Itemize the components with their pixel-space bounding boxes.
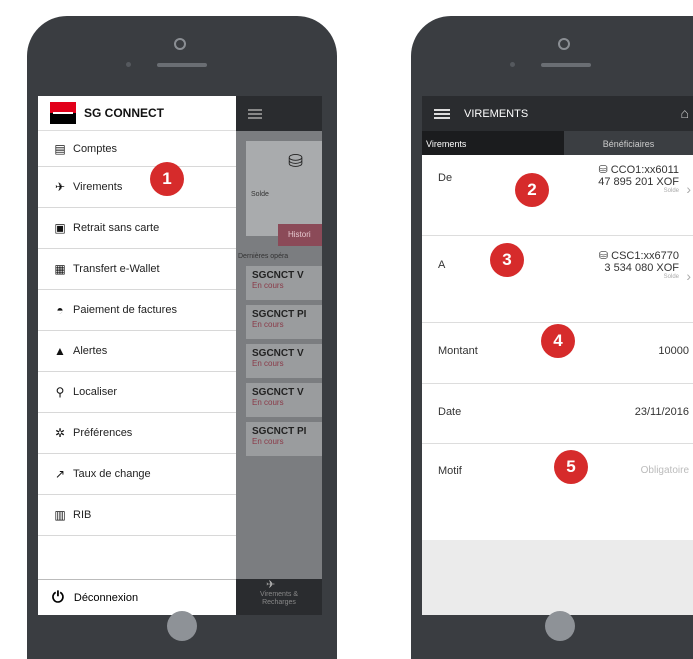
- sg-logo: [50, 102, 76, 124]
- account-card: [246, 141, 322, 236]
- motif-label: Motif: [438, 465, 462, 477]
- menu-item-virements[interactable]: ✈ Virements: [38, 167, 236, 208]
- to-account-value: ⛁ CSC1:xx6770 3 534 080 XOF Solde: [598, 250, 679, 280]
- bell-icon: ▲: [54, 344, 66, 358]
- motif-row[interactable]: Motif Obligatoire 5: [422, 444, 693, 501]
- home-button[interactable]: [545, 611, 575, 641]
- menu-item-preferences[interactable]: ✲ Préférences: [38, 413, 236, 454]
- operation-item: SGCNCT PI En cours: [246, 422, 322, 456]
- step-badge-4: 4: [541, 324, 575, 358]
- operation-item: SGCNCT PI En cours: [246, 305, 322, 339]
- location-icon: ⚲: [55, 385, 65, 399]
- amount-label: Montant: [438, 345, 478, 357]
- amount-row[interactable]: Montant 10000 4: [422, 323, 693, 384]
- tab-bar: Virements Bénéficiaires: [422, 131, 693, 155]
- virements-topbar: VIREMENTS ⌂: [422, 96, 693, 131]
- bottom-tab-virements: ✈ Virements & Recharges: [236, 579, 322, 615]
- coins-icon: ⛁: [598, 250, 612, 262]
- exchange-rate-icon: ↗: [54, 467, 66, 481]
- to-account-row[interactable]: A ⛁ CSC1:xx6770 3 534 080 XOF Solde › 3: [422, 236, 693, 323]
- date-field[interactable]: 23/11/2016: [635, 406, 689, 418]
- menu-item-localiser[interactable]: ⚲ Localiser: [38, 372, 236, 413]
- hamburger-icon: [248, 109, 262, 119]
- rib-icon: ▥: [54, 508, 66, 522]
- bill-payment-icon: ◓: [56, 303, 64, 317]
- motif-field[interactable]: Obligatoire: [641, 465, 689, 476]
- historique-button: Histori: [278, 224, 322, 246]
- coins-icon: ⛁: [288, 151, 304, 171]
- menu-item-factures[interactable]: ◓ Paiement de factures: [38, 290, 236, 331]
- left-screen: ⛁ Solde Histori Dernières opéra SGCNCT V…: [38, 96, 322, 615]
- cash-withdrawal-icon: ▣: [54, 221, 66, 235]
- accounts-icon: ▤: [54, 141, 66, 156]
- operation-item: SGCNCT V En cours: [246, 266, 322, 300]
- from-account-row[interactable]: De ⛁ CCO1:xx6011 47 895 201 XOF Solde › …: [422, 155, 693, 236]
- right-screen: VIREMENTS ⌂ Virements Bénéficiaires De ⛁…: [422, 96, 693, 615]
- menu-item-alertes[interactable]: ▲ Alertes: [38, 331, 236, 372]
- sensor-dot: [126, 62, 131, 67]
- step-badge-1: 1: [150, 162, 184, 196]
- wallet-icon: ▦: [54, 262, 66, 276]
- hamburger-icon[interactable]: [434, 108, 450, 119]
- logout-button[interactable]: ⏻ Déconnexion: [38, 579, 236, 615]
- home-icon[interactable]: ⌂: [681, 105, 689, 121]
- menu-item-rib[interactable]: ▥ RIB: [38, 495, 236, 536]
- right-phone: VIREMENTS ⌂ Virements Bénéficiaires De ⛁…: [411, 16, 693, 659]
- camera-icon: [558, 38, 570, 50]
- date-label: Date: [438, 406, 462, 418]
- to-label: A: [438, 259, 446, 271]
- amount-field[interactable]: 10000: [658, 345, 689, 357]
- dernieres-operations-label: Dernières opéra: [238, 253, 289, 260]
- menu-item-retrait[interactable]: ▣ Retrait sans carte: [38, 208, 236, 249]
- home-button[interactable]: [167, 611, 197, 641]
- settings-icon: ✲: [54, 426, 66, 440]
- tab-beneficiaires[interactable]: Bénéficiaires: [564, 131, 693, 155]
- menu-header: SG CONNECT: [38, 96, 236, 131]
- coins-icon: ⛁: [598, 164, 611, 176]
- operation-item: SGCNCT V En cours: [246, 383, 322, 417]
- operation-item: SGCNCT V En cours: [246, 344, 322, 378]
- menu-item-ewallet[interactable]: ▦ Transfert e-Wallet: [38, 249, 236, 290]
- left-phone: ⛁ Solde Histori Dernières opéra SGCNCT V…: [27, 16, 337, 659]
- power-icon: ⏻: [52, 589, 64, 606]
- menu-item-taux[interactable]: ↗ Taux de change: [38, 454, 236, 495]
- step-badge-5: 5: [554, 450, 588, 484]
- chevron-right-icon: ›: [686, 181, 691, 197]
- page-title: VIREMENTS: [464, 107, 529, 120]
- transfer-icon: ✈: [54, 180, 66, 194]
- from-account-value: ⛁ CCO1:xx6011 47 895 201 XOF Solde: [598, 164, 679, 194]
- menu-item-comptes[interactable]: ▤ Comptes: [38, 131, 236, 167]
- empty-area: [422, 540, 693, 615]
- transfer-icon: ✈: [266, 579, 276, 591]
- background-app: ⛁ Solde Histori Dernières opéra SGCNCT V…: [236, 96, 322, 615]
- step-badge-3: 3: [490, 243, 524, 277]
- side-menu: SG CONNECT ▤ Comptes ✈ Virements ▣ Retrait …: [38, 96, 236, 615]
- tab-virements[interactable]: Virements: [422, 131, 564, 155]
- date-row[interactable]: Date 23/11/2016: [422, 384, 693, 444]
- step-badge-2: 2: [515, 173, 549, 207]
- from-label: De: [438, 172, 453, 184]
- speaker-grille: [157, 63, 207, 67]
- sensor-dot: [510, 62, 515, 67]
- brand-name: SG CONNECT: [84, 106, 165, 120]
- speaker-grille: [541, 63, 591, 67]
- chevron-right-icon: ›: [686, 268, 691, 284]
- camera-icon: [174, 38, 186, 50]
- solde-label: Solde: [251, 191, 269, 198]
